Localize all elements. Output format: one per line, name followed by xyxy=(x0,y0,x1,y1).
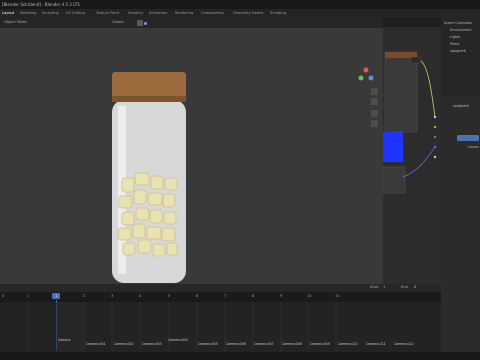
node-sockets xyxy=(433,115,437,159)
start-label: Start xyxy=(370,285,379,289)
timeline-marker[interactable]: Camera.005 xyxy=(198,342,218,346)
outliner-item[interactable]: Plane xyxy=(450,42,459,46)
frame-tick: 5 xyxy=(168,294,171,298)
playback-controls[interactable] xyxy=(170,285,220,290)
window-title: [Blender Set.blend] - Blender 4.5.3 LTS xyxy=(2,2,80,7)
timeline-marker[interactable]: Camera.006 xyxy=(226,342,246,346)
proportional-icon[interactable] xyxy=(144,22,147,25)
node-link-green xyxy=(420,60,436,118)
timeline-marker[interactable]: Camera.003 xyxy=(142,342,162,346)
snap-icon[interactable] xyxy=(137,20,143,26)
frame-tick: 7 xyxy=(224,294,227,298)
current-frame[interactable]: 1 xyxy=(55,294,57,298)
status-bar xyxy=(0,352,480,360)
outliner-scene-collection[interactable]: Scene Collection xyxy=(444,21,472,25)
timeline-marker[interactable]: Camera.007 xyxy=(254,342,274,346)
outliner-item[interactable]: Lights xyxy=(450,35,460,39)
preview-node xyxy=(410,56,422,64)
frame-tick: 11 xyxy=(335,294,340,298)
tab-animation[interactable]: Animation xyxy=(149,11,167,16)
tab-sculpting[interactable]: Sculpting xyxy=(42,11,59,16)
tab-scripting[interactable]: Scripting xyxy=(270,11,286,16)
mapping-node xyxy=(383,166,406,194)
viewport-header xyxy=(0,18,385,28)
modifier-highlight[interactable] xyxy=(457,135,479,141)
timeline-marker[interactable]: Camera.012 xyxy=(394,342,414,346)
frame-tick: 3 xyxy=(111,294,114,298)
timeline-marker[interactable]: Camera.011 xyxy=(366,342,386,346)
outliner-item[interactable]: Environment xyxy=(450,28,472,32)
frame-tick: 2 xyxy=(83,294,86,298)
levels-label: Levels xyxy=(468,145,479,149)
timeline-marker[interactable]: Camera.002 xyxy=(114,342,134,346)
frame-tick: 4 xyxy=(139,294,142,298)
frame-tick: 6 xyxy=(196,294,199,298)
timeline-marker[interactable]: Camera.001 xyxy=(86,342,106,346)
orientation-select[interactable]: Global xyxy=(112,20,123,24)
frame-tick: 9 xyxy=(280,294,283,298)
viewport-scene xyxy=(112,67,378,283)
tab-uv-editing[interactable]: UV Editing xyxy=(66,11,85,16)
color-preview xyxy=(383,132,403,162)
frame-tick: 10 xyxy=(307,294,312,298)
frame-tick: 8 xyxy=(252,294,255,298)
tab-geometry-nodes[interactable]: Geometry Nodes xyxy=(233,11,263,16)
end-value[interactable]: 6 xyxy=(414,285,416,289)
end-label: End xyxy=(401,285,408,289)
tab-shading[interactable]: Shading xyxy=(128,11,143,16)
frame-tick: 1 xyxy=(27,294,30,298)
node-link-blue xyxy=(402,146,436,178)
start-value[interactable]: 1 xyxy=(383,285,385,289)
timeline-marker[interactable]: Camera.010 xyxy=(338,342,358,346)
timeline-marker[interactable]: Camera xyxy=(58,338,71,342)
frame-tick: 0 xyxy=(2,294,5,298)
shader-node xyxy=(384,51,418,133)
navigation-gizmo-icon xyxy=(358,67,374,81)
tab-texture-paint[interactable]: Texture Paint xyxy=(96,11,119,16)
object-name: spaghetti xyxy=(453,104,469,108)
zoom-icon xyxy=(371,88,378,95)
tab-compositing[interactable]: Compositing xyxy=(201,11,224,16)
timeline-marker[interactable]: Camera.009 xyxy=(310,342,330,346)
timeline-marker[interactable]: Camera.004 xyxy=(168,338,188,342)
camera-view-icon xyxy=(371,110,378,117)
mode-select[interactable]: Object Mode xyxy=(4,20,27,24)
tab-layout[interactable]: Layout xyxy=(2,11,14,16)
perspective-icon xyxy=(371,120,378,127)
node-graph xyxy=(383,51,437,194)
title-bar: [Blender Set.blend] - Blender 4.5.3 LTS xyxy=(0,0,480,9)
jar-lid-rim xyxy=(112,96,186,102)
timeline-marker[interactable]: Camera.008 xyxy=(282,342,302,346)
pan-icon xyxy=(371,98,378,105)
tab-modeling[interactable]: Modeling xyxy=(20,11,36,16)
tab-rendering[interactable]: Rendering xyxy=(175,11,193,16)
outliner-item[interactable]: spaghetti xyxy=(450,49,466,53)
